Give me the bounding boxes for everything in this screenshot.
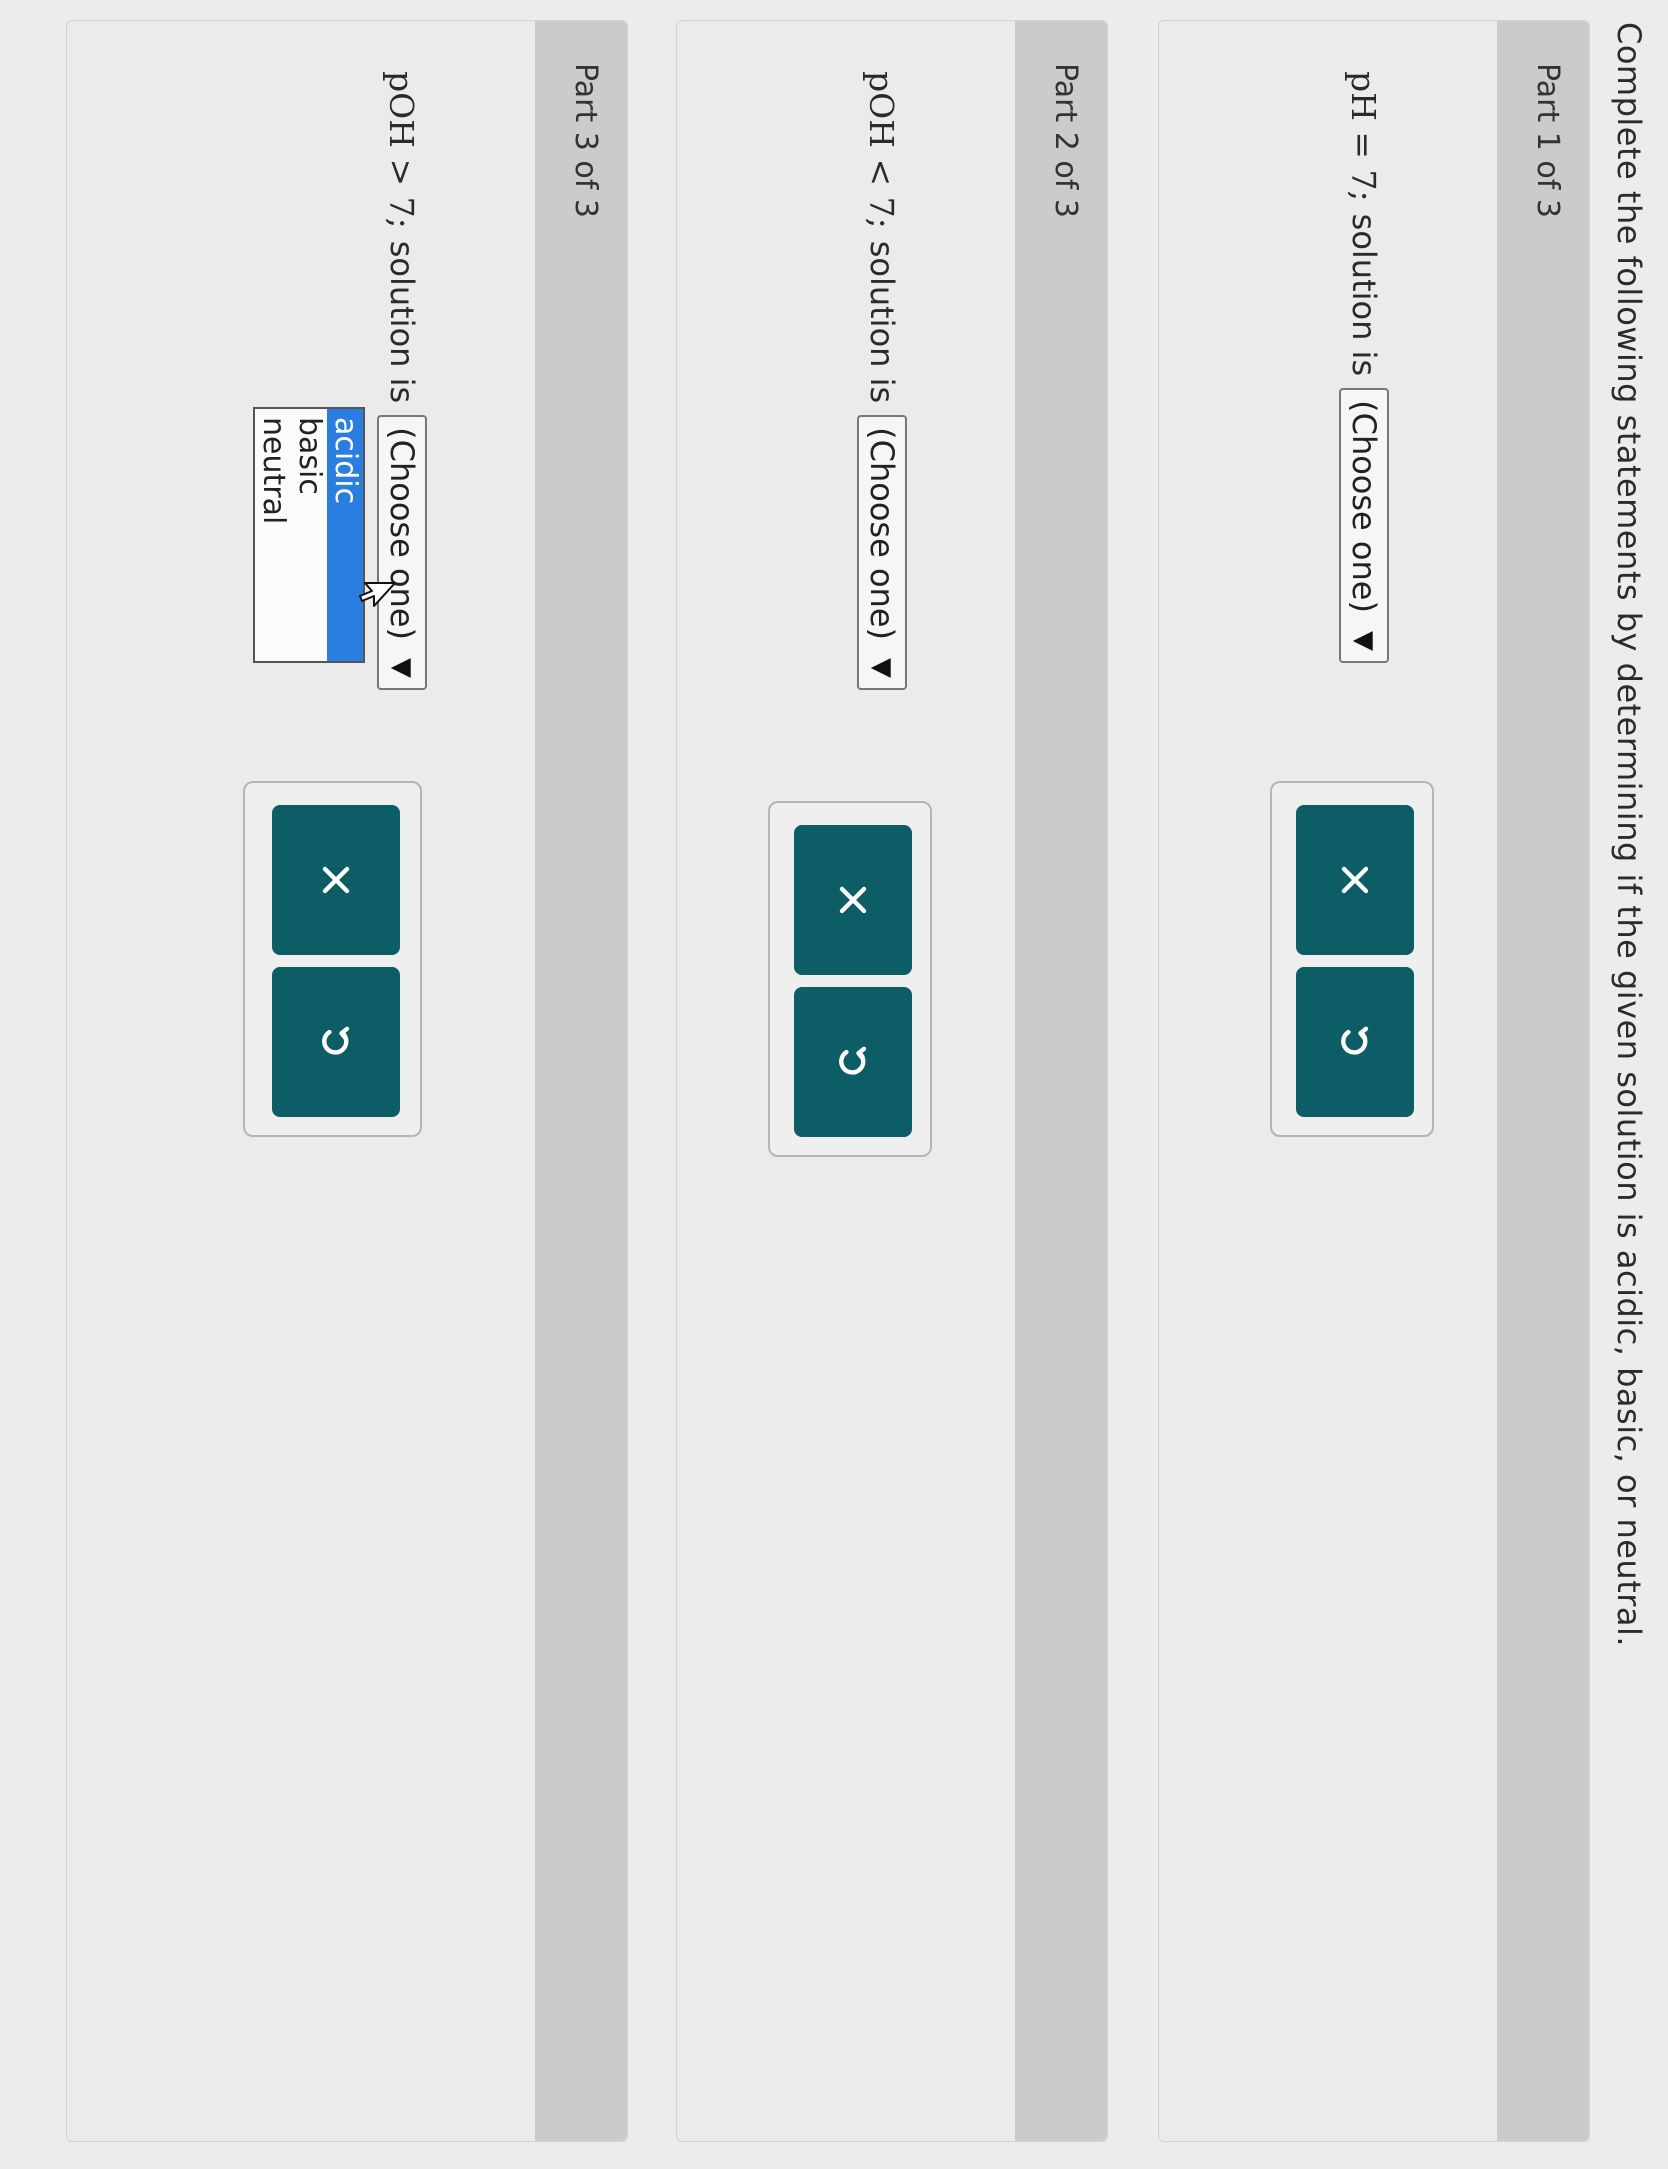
part-3-select[interactable]: (Choose one) ▼ [377,415,427,690]
undo-button[interactable] [272,967,400,1117]
part-1-select-value: (Choose one) [1345,400,1383,613]
part-2-statement-text: solution is [863,240,901,404]
undo-icon [322,1026,350,1055]
part-1-math: pH = 7; [1344,71,1384,202]
undo-button[interactable] [794,987,912,1137]
part-3-statement-text: solution is [383,240,421,404]
chevron-down-icon: ▼ [867,657,897,678]
part-1-statement: pH = 7; solution is (Choose one) ▼ [1339,71,1389,663]
part-2-label: Part 2 of 3 [1048,63,1083,218]
chevron-down-icon: ▼ [387,657,417,678]
dropdown-option-acidic[interactable]: acidic [327,409,363,661]
x-icon [322,866,350,894]
instructions-text: Complete the following statements by det… [1610,22,1648,1648]
part-2-statement: pOH < 7; solution is (Choose one) ▼ [857,71,907,690]
part-1-header: Part 1 of 3 [1497,21,1589,2141]
part-1-card: Part 1 of 3 pH = 7; solution is (Choose … [1158,20,1590,2142]
undo-icon [1341,1026,1369,1055]
part-1-button-group [1270,781,1434,1137]
clear-button[interactable] [794,825,912,975]
part-3-dropdown-list: acidic basic neutral [253,407,365,663]
part-1-label: Part 1 of 3 [1530,63,1565,218]
part-1-select[interactable]: (Choose one) ▼ [1339,388,1389,663]
part-3-button-group [243,781,422,1137]
part-3-card: Part 3 of 3 pOH > 7; solution is (Choose… [66,20,628,2142]
undo-icon [839,1046,867,1075]
part-2-select[interactable]: (Choose one) ▼ [857,415,907,690]
dropdown-option-basic[interactable]: basic [291,409,327,661]
part-2-header: Part 2 of 3 [1015,21,1107,2141]
chevron-down-icon: ▼ [1349,630,1379,651]
dropdown-option-neutral[interactable]: neutral [255,409,291,661]
clear-button[interactable] [272,805,400,955]
clear-button[interactable] [1296,805,1414,955]
part-3-label: Part 3 of 3 [568,63,603,218]
mouse-cursor-icon [359,582,396,607]
part-2-select-value: (Choose one) [863,427,901,640]
part-3-math: pOH > 7; [382,71,422,229]
part-2-button-group [768,801,932,1157]
part-1-statement-text: solution is [1345,213,1383,377]
part-2-card: Part 2 of 3 pOH < 7; solution is (Choose… [676,20,1108,2142]
part-2-math: pOH < 7; [862,71,902,229]
part-3-header: Part 3 of 3 [535,21,627,2141]
x-icon [839,886,867,914]
x-icon [1341,866,1369,894]
screen: Complete the following statements by det… [0,0,1668,2169]
undo-button[interactable] [1296,967,1414,1117]
